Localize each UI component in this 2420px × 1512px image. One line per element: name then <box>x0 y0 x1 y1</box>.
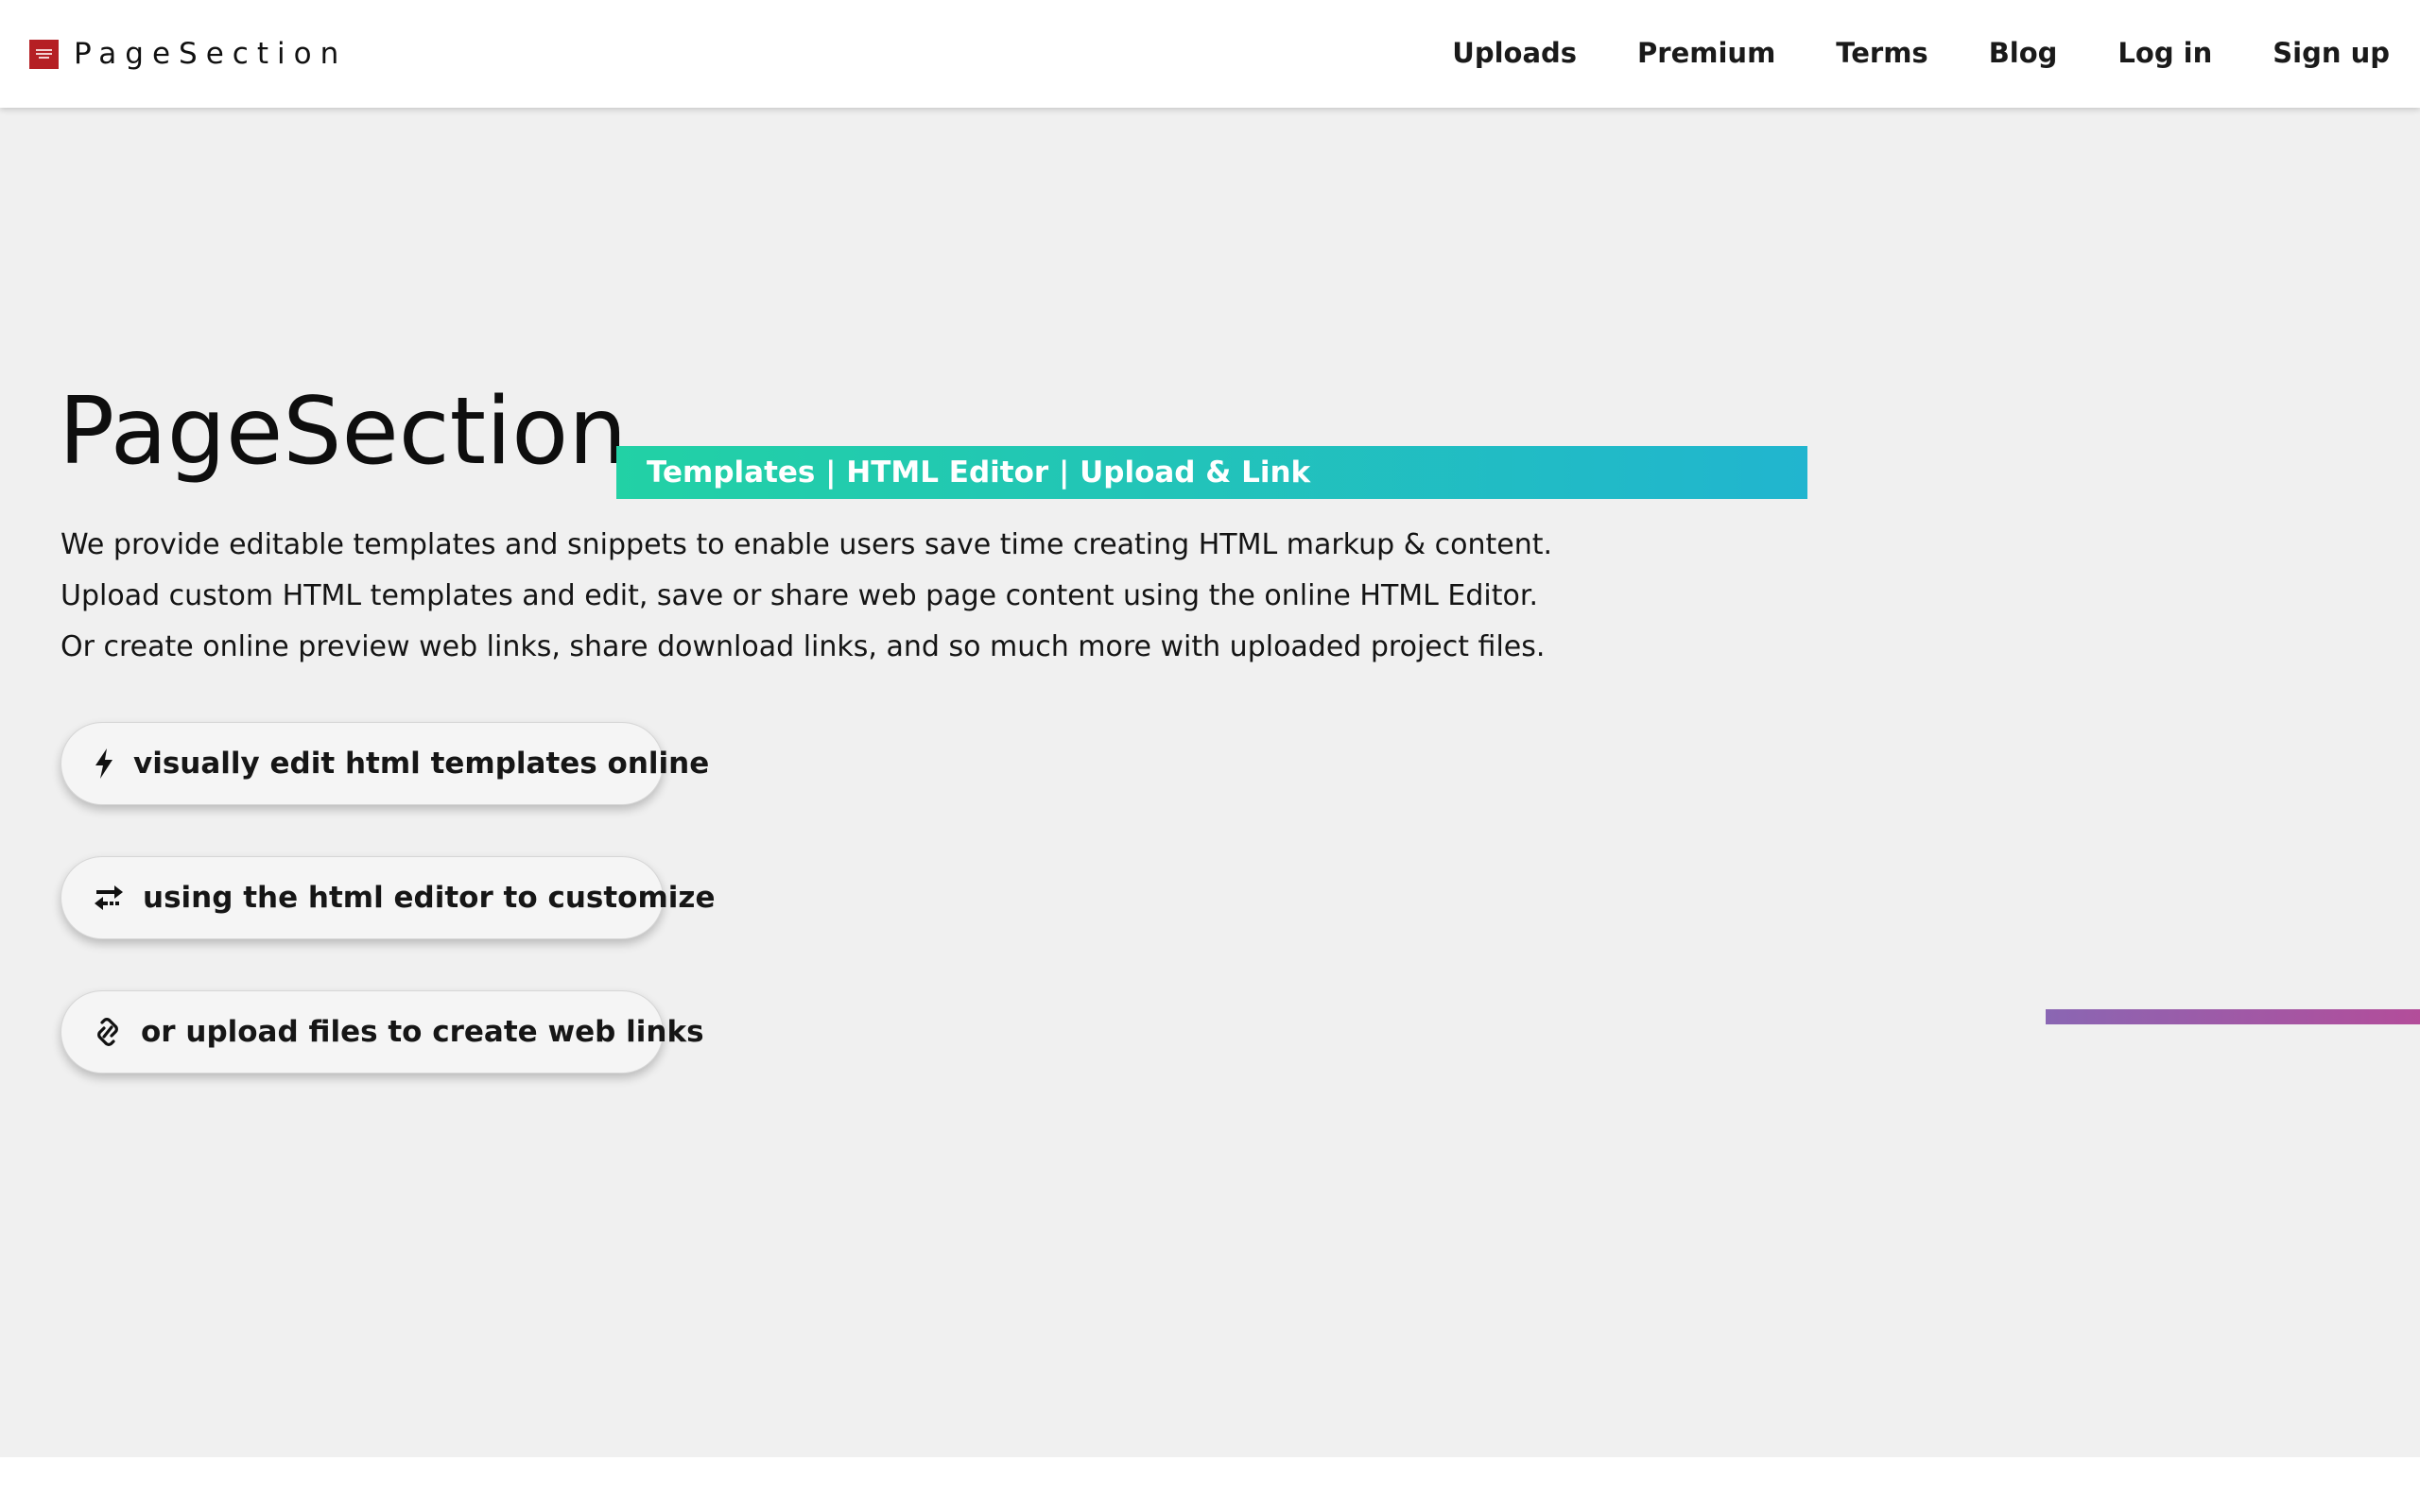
visual-edit-button[interactable]: visually edit html templates online <box>60 722 709 805</box>
nav-sign-up[interactable]: Sign up <box>2273 37 2390 69</box>
description-line: Upload custom HTML templates and edit, s… <box>60 579 1539 612</box>
tagline-text: Templates | HTML Editor | Upload & Link <box>647 455 1311 490</box>
brand-name: PageSection <box>74 37 348 71</box>
hero-description: We provide editable templates and snippe… <box>60 520 1573 673</box>
decorative-accent-line <box>2046 1009 2420 1024</box>
brand-logo <box>29 39 59 69</box>
nav-premium[interactable]: Premium <box>1637 37 1775 69</box>
hero-section: PageSection Templates | HTML Editor | Up… <box>0 108 2420 1457</box>
link-icon <box>94 1016 122 1048</box>
nav-uploads[interactable]: Uploads <box>1452 37 1577 69</box>
nav-terms[interactable]: Terms <box>1836 37 1927 69</box>
html-editor-button[interactable]: using the html editor to customize <box>60 856 715 939</box>
top-navbar: PageSection Uploads Premium Terms Blog L… <box>0 0 2420 108</box>
nav-menu: Uploads Premium Terms Blog Log in Sign u… <box>1452 28 2390 77</box>
html-editor-label: using the html editor to customize <box>143 881 716 915</box>
description-line: We provide editable templates and snippe… <box>60 528 1553 561</box>
page-bottom-strip <box>0 1457 2420 1512</box>
bolt-icon <box>94 747 114 780</box>
nav-log-in[interactable]: Log in <box>2118 37 2212 69</box>
nav-blog[interactable]: Blog <box>1989 37 2058 69</box>
tagline-banner: Templates | HTML Editor | Upload & Link <box>616 446 1807 499</box>
description-line: Or create online preview web links, shar… <box>60 630 1546 663</box>
upload-files-button[interactable]: or upload files to create web links <box>60 990 704 1074</box>
upload-files-label: or upload files to create web links <box>141 1015 704 1049</box>
swap-arrows-icon <box>94 882 124 914</box>
hero-title: PageSection <box>59 378 628 486</box>
visual-edit-label: visually edit html templates online <box>133 747 710 781</box>
brand-link[interactable]: PageSection <box>29 35 347 73</box>
